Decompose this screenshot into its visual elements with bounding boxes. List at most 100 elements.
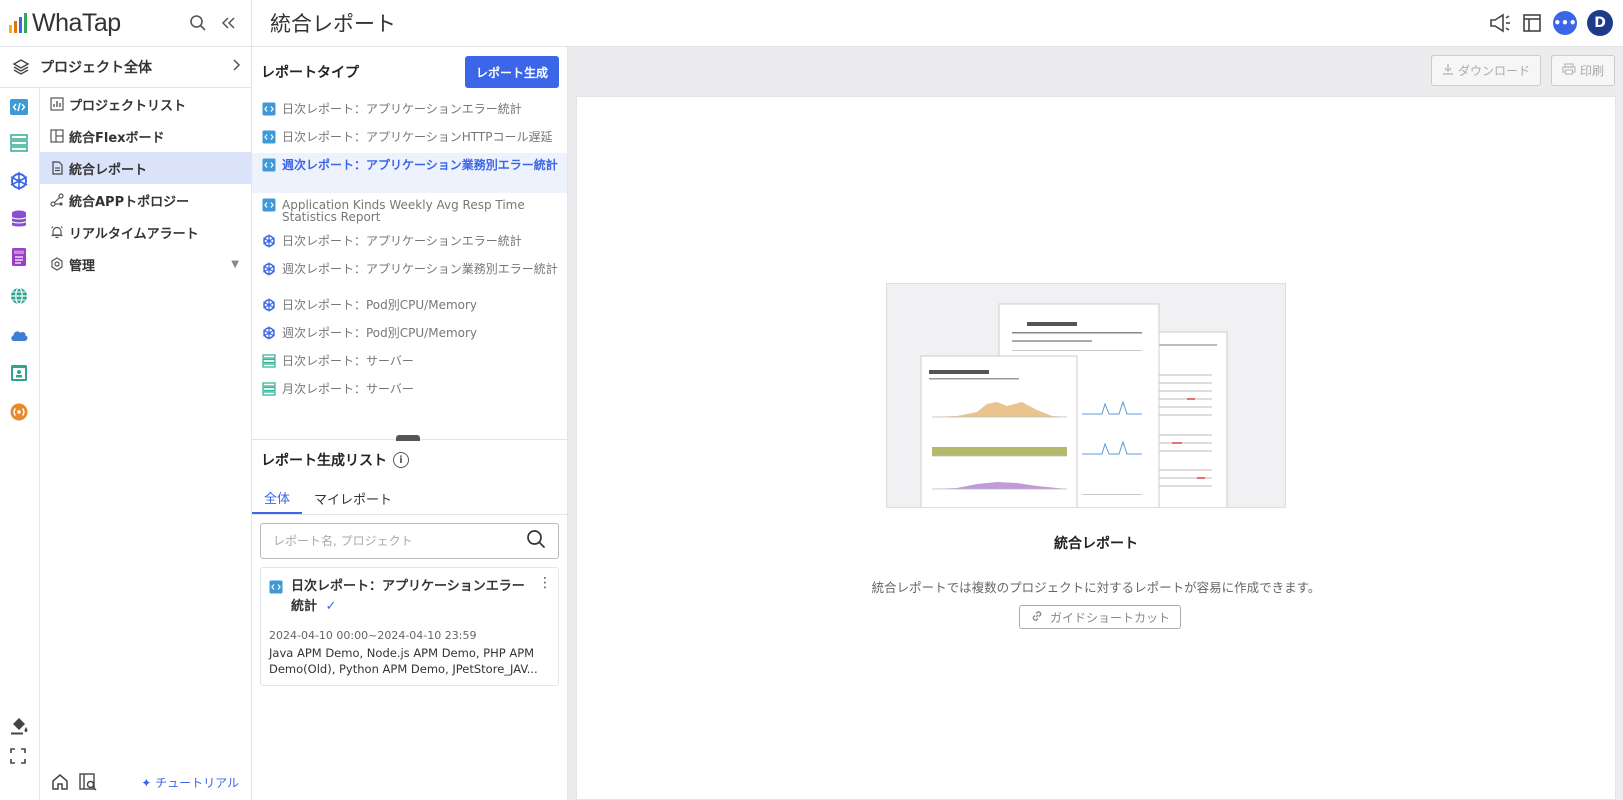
layout-icon [49, 128, 65, 144]
kubernetes-icon[interactable] [9, 171, 31, 193]
kubernetes-icon [262, 234, 276, 248]
content-area: ダウンロード 印刷 統合レポート 統合レポートでは複数のプロジェクトに対するレポ… [568, 47, 1623, 800]
report-type-label: 日次レポート：Pod別CPU/Memory [282, 298, 478, 312]
print-label: 印刷 [1579, 63, 1604, 78]
nav-bottom: ✦ チュートリアル [40, 764, 251, 800]
generated-list-tabs: 全体 マイレポート [252, 482, 567, 515]
kubernetes-icon [262, 298, 276, 312]
report-search-input[interactable] [273, 534, 526, 548]
report-type-label: 週次レポート：Pod別CPU/Memory [282, 326, 478, 340]
printer-icon [1562, 62, 1576, 78]
megaphone-icon[interactable] [1489, 12, 1511, 34]
paint-bucket-icon[interactable] [9, 715, 31, 737]
app-code-icon [262, 130, 276, 144]
nav-item-label: 統合APPトポロジー [69, 194, 190, 210]
report-type-label: 日次レポート：サーバー [282, 354, 414, 368]
application-icon[interactable] [9, 97, 31, 119]
report-type-title: レポートタイプ [261, 65, 359, 81]
report-type-item[interactable]: Application Kinds Weekly Avg Resp Time S… [252, 193, 567, 229]
fullscreen-icon[interactable] [9, 747, 31, 769]
link-icon [1030, 609, 1044, 626]
top-header: 統合レポート ••• D [252, 0, 1623, 47]
log-icon[interactable] [9, 247, 31, 269]
card-period: 2024-04-10 00:00~2024-04-10 23:59 [269, 629, 477, 642]
sitemap-search-icon[interactable] [77, 771, 99, 793]
home-icon[interactable] [49, 771, 71, 793]
nav-item-integrated-report[interactable]: 統合レポート [40, 152, 251, 184]
app-code-icon [262, 158, 276, 172]
download-button[interactable]: ダウンロード [1430, 54, 1541, 86]
layers-icon [12, 59, 30, 75]
report-type-item[interactable]: 月次レポート：サーバー [252, 377, 567, 405]
more-vertical-icon[interactable]: ⋮ [538, 576, 552, 590]
download-icon [1442, 63, 1454, 78]
report-search-box [260, 523, 559, 559]
report-type-item[interactable]: 週次レポート：アプリケーション業務別エラー統計 [252, 257, 567, 293]
check-icon: ✓ [325, 599, 337, 614]
guide-shortcut-button[interactable]: ガイドショートカット [1019, 605, 1182, 629]
generate-report-button[interactable]: レポート生成 [464, 56, 559, 88]
tutorial-label: チュートリアル [155, 775, 239, 790]
nav-menu: プロジェクトリスト 統合Flexボード 統合レポート 統合APPトポロジー リア… [40, 88, 252, 800]
report-preview-image [886, 283, 1286, 508]
generated-report-card[interactable]: 日次レポート：アプリケーションエラー統計 ✓ ⋮ 2024-04-10 00:0… [260, 567, 559, 686]
chat-icon[interactable]: ••• [1553, 11, 1577, 35]
alarm-icon [49, 224, 65, 240]
report-type-label: 週次レポート：アプリケーション業務別エラー統計 [282, 158, 558, 172]
report-type-item[interactable]: 日次レポート：アプリケーションエラー統計 [252, 229, 567, 257]
report-type-item[interactable]: 週次レポート：Pod別CPU/Memory [252, 321, 567, 349]
print-button[interactable]: 印刷 [1550, 54, 1615, 86]
report-type-item[interactable]: 日次レポート：アプリケーションエラー統計 [252, 97, 567, 125]
broadcast-icon[interactable] [9, 402, 31, 424]
whatap-logo-icon [9, 13, 27, 33]
generated-list-title: レポート生成リスト [261, 453, 387, 469]
server-icon[interactable] [9, 133, 31, 155]
empty-state-description: 統合レポートでは複数のプロジェクトに対するレポートが容易に作成できます。 [871, 580, 1321, 595]
nav-item-label: 統合レポート [69, 162, 148, 178]
report-type-label: 月次レポート：サーバー [282, 382, 414, 396]
report-type-item-active[interactable]: 週次レポート：アプリケーション業務別エラー統計 [252, 153, 567, 193]
search-icon[interactable] [187, 12, 209, 34]
app-code-icon [262, 198, 276, 212]
collapse-icon[interactable] [217, 12, 239, 34]
report-type-list: 日次レポート：アプリケーションエラー統計 日次レポート：アプリケーションHTTP… [252, 97, 567, 437]
cloud-icon[interactable] [9, 325, 31, 347]
project-selector[interactable]: プロジェクト全体 [0, 47, 252, 88]
nav-item-project-list[interactable]: プロジェクトリスト [40, 88, 251, 120]
preview-sheet-front [920, 355, 1078, 507]
nav-item-app-topology[interactable]: 統合APPトポロジー [40, 184, 251, 216]
tab-all[interactable]: 全体 [252, 482, 303, 514]
search-icon[interactable] [526, 529, 546, 553]
report-type-item[interactable]: 日次レポート：アプリケーションHTTPコール遅延 [252, 125, 567, 153]
nav-item-flexboard[interactable]: 統合Flexボード [40, 120, 251, 152]
window-icon[interactable] [1521, 12, 1543, 34]
chevron-right-icon [231, 58, 241, 76]
report-type-label: 週次レポート：アプリケーション業務別エラー統計 [282, 262, 558, 276]
nav-item-realtime-alert[interactable]: リアルタイムアラート [40, 216, 251, 248]
tutorial-link[interactable]: ✦ チュートリアル [141, 774, 239, 791]
page-title: 統合レポート [270, 12, 396, 36]
logo-text[interactable]: WhaTap [32, 9, 121, 38]
empty-state-card: 統合レポート 統合レポートでは複数のプロジェクトに対するレポートが容易に作成でき… [576, 96, 1616, 800]
icon-rail [0, 88, 40, 800]
app-code-icon [262, 102, 276, 116]
info-icon[interactable]: i [393, 452, 409, 468]
report-type-item[interactable]: 日次レポート：サーバー [252, 349, 567, 377]
download-label: ダウンロード [1457, 63, 1530, 78]
app-code-icon [269, 580, 283, 594]
nav-item-label: 統合Flexボード [69, 130, 165, 146]
nav-item-management[interactable]: 管理 ▼ [40, 248, 251, 280]
card-projects: Java APM Demo, Node.js APM Demo, PHP APM… [269, 646, 538, 676]
report-type-label: 日次レポート：アプリケーションエラー統計 [282, 102, 522, 116]
avatar[interactable]: D [1587, 10, 1613, 36]
nav-item-label: リアルタイムアラート [69, 226, 199, 242]
report-type-item[interactable]: 日次レポート：Pod別CPU/Memory [252, 293, 567, 321]
globe-icon[interactable] [9, 286, 31, 308]
database-icon[interactable] [9, 209, 31, 231]
logo-bar: WhaTap [0, 0, 252, 47]
server-icon [262, 354, 276, 368]
gear-icon [49, 256, 65, 272]
caret-down-icon: ▼ [231, 258, 239, 270]
tab-my-report[interactable]: マイレポート [302, 482, 404, 514]
browser-icon[interactable] [9, 363, 31, 385]
